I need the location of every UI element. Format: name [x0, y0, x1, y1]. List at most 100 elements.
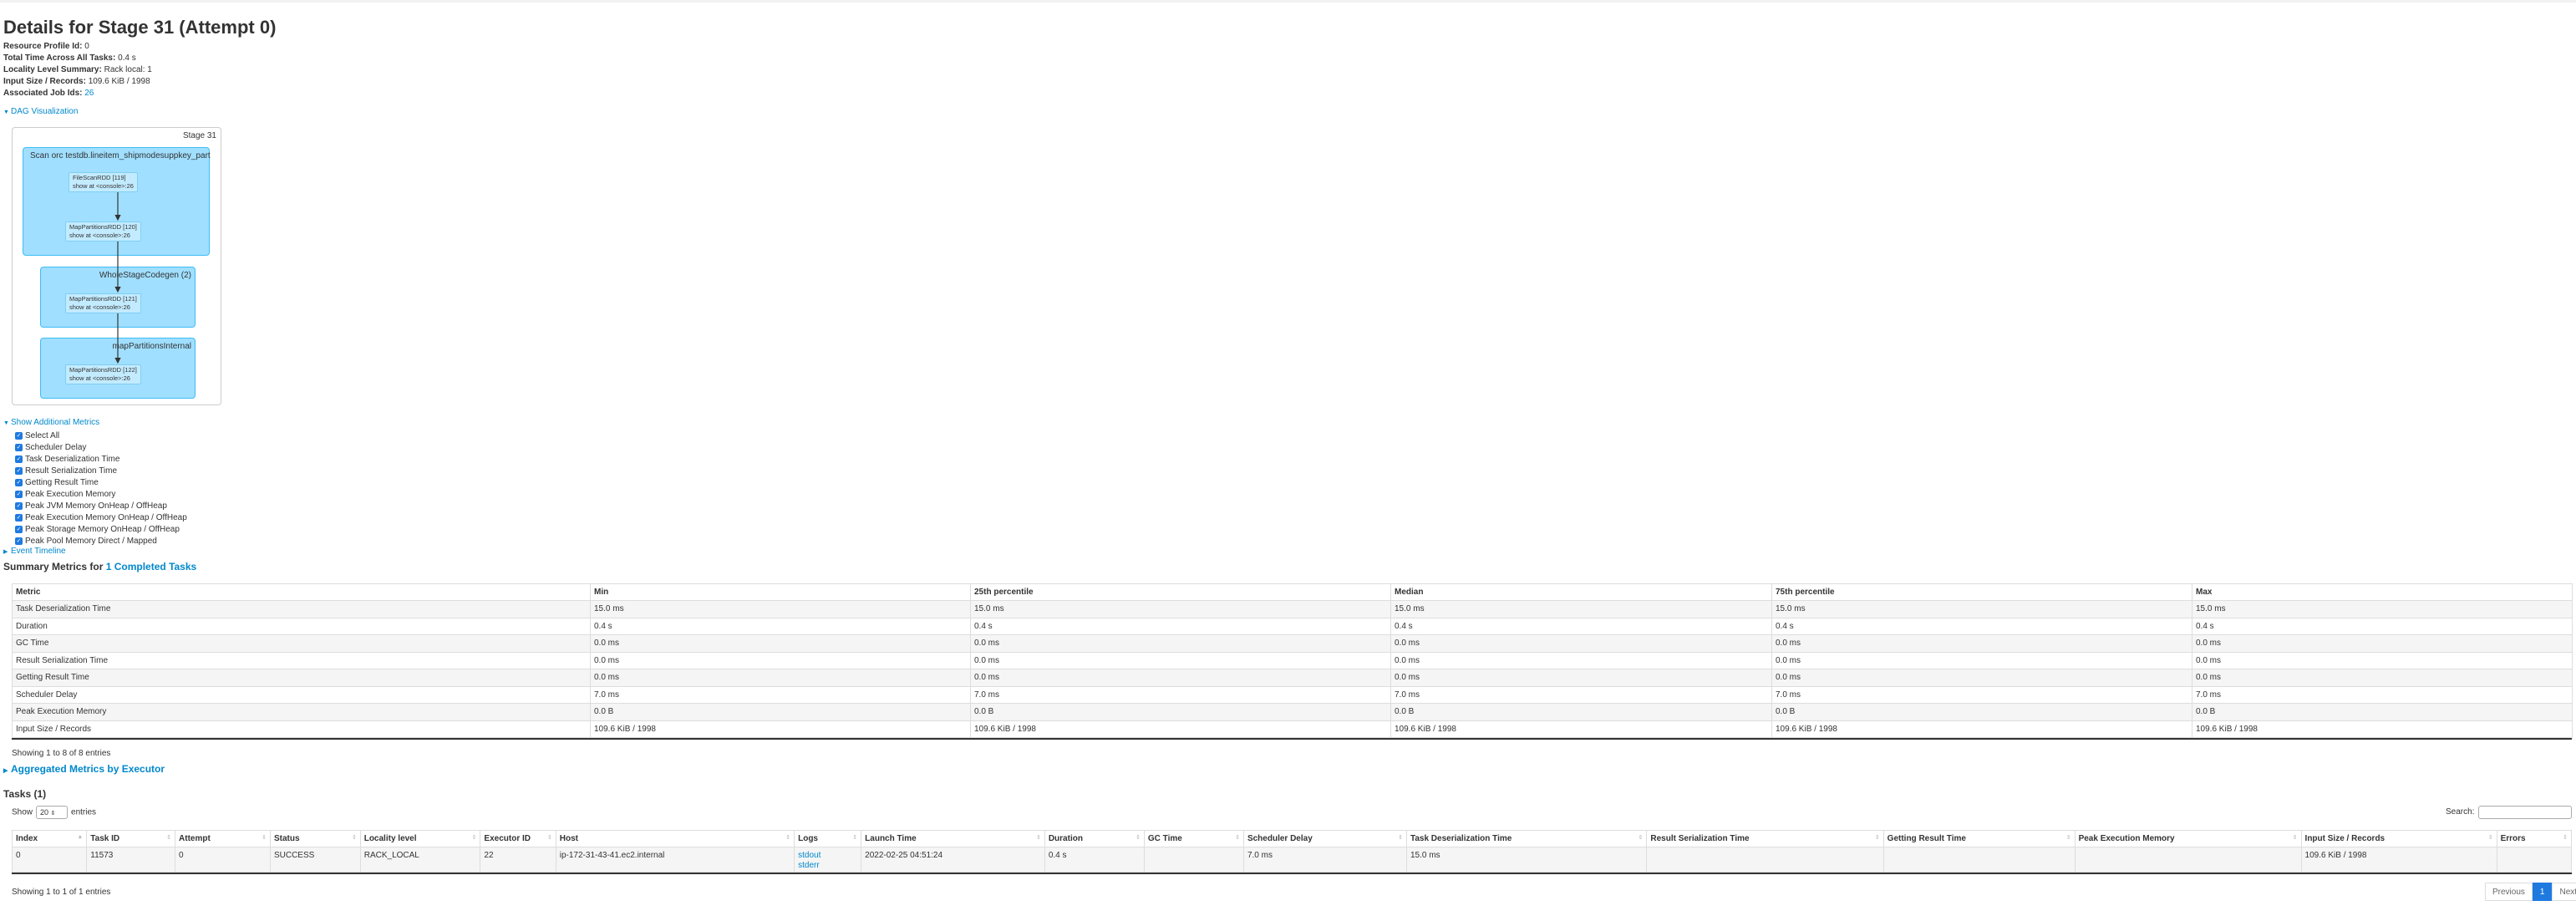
checkbox-checked-icon[interactable]: ✓ [15, 478, 23, 486]
summary-resource-profile: Resource Profile Id: 0 [3, 42, 89, 51]
column-header: 75th percentile [1771, 583, 2192, 601]
dag-visualization-toggle[interactable]: ▼ DAG Visualization [3, 107, 78, 116]
sortable-column-header[interactable]: Getting Result Time ⇕ [1882, 830, 2076, 847]
table-row: Duration 0.4 s 0.4 s 0.4 s 0.4 s 0.4 s [12, 617, 2573, 635]
sort-icon: ⇕ [351, 835, 357, 841]
previous-page-button[interactable]: Previous [2485, 883, 2533, 901]
summary-metrics-footer: Showing 1 to 8 of 8 entries [12, 749, 111, 758]
sortable-column-header[interactable]: Scheduler Delay ⇕ [1242, 830, 1407, 847]
sortable-column-header[interactable]: Peak Execution Memory ⇕ [2074, 830, 2302, 847]
sort-icon: ⇕ [546, 835, 552, 841]
page-length-control: Show 20 ⇕ entries [12, 806, 96, 819]
summary-metrics-header-row: Metric Min 25th percentile Median 75th p… [12, 583, 2573, 601]
checkbox-checked-icon[interactable]: ✓ [15, 525, 23, 533]
sortable-column-header[interactable]: Logs ⇕ [794, 830, 862, 847]
metric-checkbox-peak-storage-memory[interactable]: ✓ Peak Storage Memory OnHeap / OffHeap [15, 523, 187, 535]
sort-icon: ⇕ [1136, 835, 1141, 841]
sortable-column-header[interactable]: Status ⇕ [269, 830, 361, 847]
sort-icon: ⇕ [1235, 835, 1240, 841]
metric-checkbox-peak-execution-onheap[interactable]: ✓ Peak Execution Memory OnHeap / OffHeap [15, 511, 187, 523]
stderr-link[interactable]: stderr [798, 861, 820, 870]
sortable-column-header[interactable]: Errors ⇕ [2496, 830, 2573, 847]
column-header: Min [590, 583, 971, 601]
caret-down-icon: ▼ [3, 420, 9, 426]
search-input[interactable] [2478, 806, 2572, 819]
checkbox-checked-icon[interactable]: ✓ [15, 513, 23, 522]
metric-checkbox-select-all[interactable]: ✓ Select All [15, 430, 187, 441]
table-row: Task Deserialization Time 15.0 ms 15.0 ms 1… [12, 600, 2573, 618]
sort-icon: ⇕ [1035, 835, 1041, 841]
sort-icon: ⇕ [2563, 835, 2568, 841]
metric-checkbox-getting-result[interactable]: ✓ Getting Result Time [15, 476, 187, 488]
caret-down-icon: ▼ [3, 109, 9, 115]
column-header: Median [1390, 583, 1772, 601]
job-id-link[interactable]: 26 [84, 89, 94, 98]
sort-icon: ⇕ [2065, 835, 2071, 841]
sort-icon: ⇕ [1398, 835, 1403, 841]
table-row: GC Time 0.0 ms 0.0 ms 0.0 ms 0.0 ms 0.0 ms [12, 634, 2573, 653]
sortable-column-header[interactable]: Input Size / Records ⇕ [2300, 830, 2497, 847]
metric-checkbox-peak-execution-memory[interactable]: ✓ Peak Execution Memory [15, 488, 187, 500]
event-timeline-toggle[interactable]: ▶ Event Timeline [3, 547, 66, 556]
metric-checkbox-peak-jvm-memory[interactable]: ✓ Peak JVM Memory OnHeap / OffHeap [15, 500, 187, 511]
summary-metrics-heading: Summary Metrics for 1 Completed Tasks [3, 561, 197, 572]
page-1-button[interactable]: 1 [2532, 883, 2553, 901]
next-page-button[interactable]: Next [2552, 883, 2576, 901]
table-bottom-border [12, 738, 2572, 740]
caret-right-icon: ▶ [3, 549, 8, 555]
metric-checkbox-scheduler-delay[interactable]: ✓ Scheduler Delay [15, 441, 187, 453]
table-row: 0 11573 0 SUCCESS RACK_LOCAL 22 ip-172-3… [11, 847, 2573, 873]
logs-cell: stdout stderr [794, 847, 862, 873]
sort-icon: ⇕ [1638, 835, 1644, 841]
sortable-column-header[interactable]: Locality level ⇕ [359, 830, 481, 847]
column-header: Metric [12, 583, 591, 601]
sortable-column-header[interactable]: Task ID ⇕ [86, 830, 176, 847]
checkbox-checked-icon[interactable]: ✓ [15, 431, 23, 440]
sort-icon: ⇕ [1874, 835, 1880, 841]
table-row: Result Serialization Time 0.0 ms 0.0 ms 0.0… [12, 651, 2573, 669]
table-row: Input Size / Records 109.6 KiB / 1998 109.… [12, 720, 2573, 738]
sort-icon: ⇕ [262, 835, 267, 841]
column-header: 25th percentile [970, 583, 1391, 601]
summary-input-size: Input Size / Records: 109.6 KiB / 1998 [3, 77, 150, 86]
page-title: Details for Stage 31 (Attempt 0) [3, 17, 277, 38]
table-row: Scheduler Delay 7.0 ms 7.0 ms 7.0 ms 7.0 ms 7… [12, 685, 2573, 704]
stdout-link[interactable]: stdout [798, 851, 821, 860]
sortable-column-header[interactable]: Attempt ⇕ [175, 830, 271, 847]
table-bottom-border [12, 873, 2572, 874]
summary-metrics-table: Metric Min 25th percentile Median 75th p… [12, 583, 2573, 738]
checkbox-checked-icon[interactable]: ✓ [15, 455, 23, 463]
table-row: Getting Result Time 0.0 ms 0.0 ms 0.0 ms 0.0… [12, 669, 2573, 687]
sort-icon: ⇕ [2487, 835, 2493, 841]
stage-summary: Resource Profile Id: 0 Total Time Across… [3, 41, 152, 99]
column-header: Max [2192, 583, 2573, 601]
table-row: Peak Execution Memory 0.0 B 0.0 B 0.0 B 0.0 … [12, 703, 2573, 721]
additional-metrics-toggle[interactable]: ▼ Show Additional Metrics [3, 418, 99, 427]
checkbox-checked-icon[interactable]: ✓ [15, 501, 23, 510]
tasks-table: Index ▲ Task ID ⇕ Attempt ⇕ Status ⇕ Localit… [11, 830, 2573, 873]
metric-checkbox-peak-pool-memory[interactable]: ✓ Peak Pool Memory Direct / Mapped [15, 535, 187, 547]
completed-tasks-link[interactable]: 1 Completed Tasks [106, 561, 196, 572]
checkbox-checked-icon[interactable]: ✓ [15, 466, 23, 475]
sortable-column-header[interactable]: GC Time ⇕ [1143, 830, 1244, 847]
tasks-footer: Showing 1 to 1 of 1 entries [12, 888, 111, 897]
sortable-column-header[interactable]: Result Serialization Time ⇕ [1646, 830, 1884, 847]
checkbox-checked-icon[interactable]: ✓ [15, 443, 23, 451]
metric-checkbox-result-serialization[interactable]: ✓ Result Serialization Time [15, 465, 187, 476]
sortable-column-header[interactable]: Host ⇕ [555, 830, 795, 847]
summary-total-time: Total Time Across All Tasks: 0.4 s [3, 53, 136, 63]
dag-edges [114, 192, 121, 364]
top-nav-strip [0, 0, 2576, 3]
aggregated-metrics-toggle[interactable]: ▶ Aggregated Metrics by Executor [3, 763, 165, 775]
page-size-select[interactable]: 20 ⇕ [36, 806, 69, 819]
checkbox-checked-icon[interactable]: ✓ [15, 490, 23, 498]
sortable-column-header[interactable]: Executor ID ⇕ [480, 830, 556, 847]
checkbox-checked-icon[interactable]: ✓ [15, 537, 23, 545]
caret-right-icon: ▶ [3, 768, 8, 774]
metric-checkbox-task-deserialization[interactable]: ✓ Task Deserialization Time [15, 453, 187, 465]
tasks-heading: Tasks (1) [3, 788, 47, 800]
sortable-column-header[interactable]: Index ▲ [11, 830, 88, 847]
sortable-column-header[interactable]: Duration ⇕ [1044, 830, 1145, 847]
sortable-column-header[interactable]: Task Deserialization Time ⇕ [1405, 830, 1648, 847]
sortable-column-header[interactable]: Launch Time ⇕ [861, 830, 1045, 847]
